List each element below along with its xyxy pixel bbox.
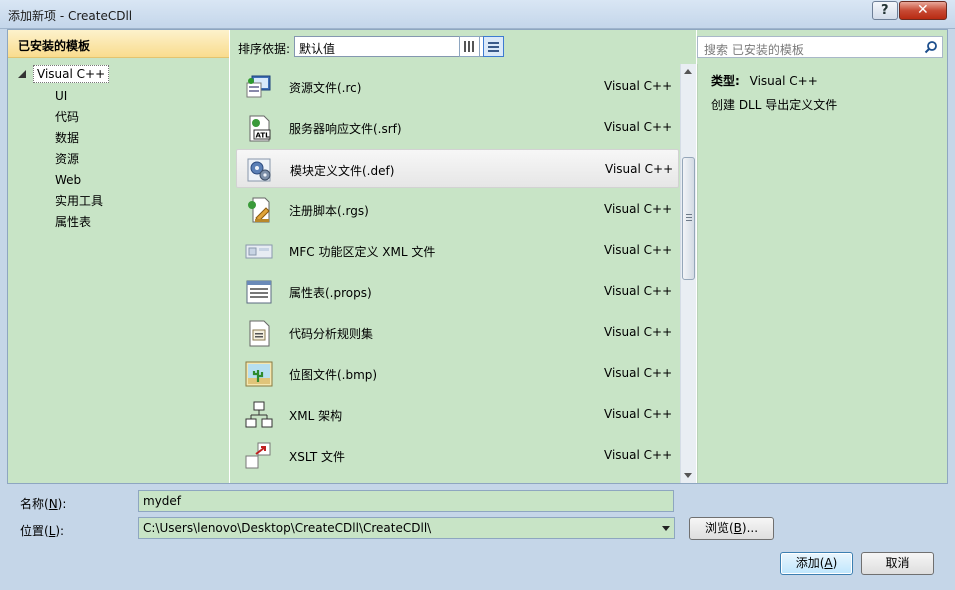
template-language: Visual C++ (604, 366, 673, 380)
search-bar: 搜索 已安装的模板 (697, 30, 947, 64)
template-tree-panel: 已安装的模板 Visual C++ UI 代码 数据 资源 Web 实用工具 属性表 (8, 30, 229, 483)
template-name: 注册脚本(.rgs) (289, 204, 369, 218)
template-row[interactable]: XSLT 文件 Visual C++ (236, 436, 679, 475)
template-name: 代码分析规则集 (289, 327, 374, 341)
template-language: Visual C++ (604, 325, 673, 339)
script-icon (244, 196, 274, 224)
add-button[interactable]: 添加(A) (780, 552, 853, 575)
template-name: 属性表(.props) (289, 286, 372, 300)
dialog-footer: 添加(A) 取消 (0, 544, 955, 590)
installed-templates-label: 已安装的模板 (18, 39, 91, 53)
tree-item[interactable]: 实用工具 (55, 191, 103, 212)
bitmap-icon (244, 360, 274, 388)
expand-arrow-icon[interactable] (18, 70, 27, 79)
template-name: XSLT 文件 (289, 450, 346, 464)
details-view-button[interactable] (483, 36, 504, 57)
tree-item[interactable]: UI (55, 86, 103, 107)
template-name: 资源文件(.rc) (289, 81, 362, 95)
sort-value: 默认值 (299, 42, 336, 56)
resource-file-icon (244, 73, 274, 101)
template-row[interactable]: 资源文件(.rc) Visual C++ (236, 67, 679, 106)
template-row[interactable]: XML 架构 Visual C++ (236, 395, 679, 434)
xml-schema-icon (244, 401, 274, 429)
name-field[interactable] (138, 490, 674, 512)
template-row[interactable]: MFC 功能区定义 XML 文件 Visual C++ (236, 231, 679, 270)
small-icons-view-button[interactable] (459, 36, 480, 57)
tree-item[interactable]: 资源 (55, 149, 103, 170)
ruleset-icon (244, 319, 274, 347)
template-language: Visual C++ (605, 162, 674, 176)
property-sheet-icon (244, 278, 274, 306)
sort-dropdown[interactable]: 默认值 (294, 36, 484, 57)
template-description: 创建 DLL 导出定义文件 (711, 98, 838, 112)
template-list-scrollbar[interactable] (680, 64, 696, 483)
template-row[interactable]: 位图文件(.bmp) Visual C++ (236, 354, 679, 393)
xslt-icon (244, 442, 274, 470)
atl-file-icon: ATL (244, 114, 274, 142)
chevron-down-icon[interactable] (662, 526, 670, 531)
template-language: Visual C++ (604, 407, 673, 421)
help-button[interactable]: ? (872, 1, 898, 20)
scroll-up-arrow-icon[interactable] (684, 69, 692, 74)
template-language: Visual C++ (604, 448, 673, 462)
sort-toolbar: 排序依据: 默认值 (230, 30, 696, 64)
template-language: Visual C++ (604, 284, 673, 298)
search-placeholder: 搜索 已安装的模板 (704, 43, 804, 57)
template-row[interactable]: 注册脚本(.rgs) Visual C++ (236, 190, 679, 229)
location-combobox[interactable]: C:\Users\lenovo\Desktop\CreateCDll\Creat… (138, 517, 675, 539)
search-input[interactable]: 搜索 已安装的模板 (697, 36, 943, 58)
tree-item[interactable]: Web (55, 170, 103, 191)
gears-icon (245, 156, 275, 184)
tree-item[interactable]: 代码 (55, 107, 103, 128)
close-button[interactable]: ✕ (899, 1, 947, 20)
installed-templates-header[interactable]: 已安装的模板 (8, 30, 229, 58)
scroll-down-arrow-icon[interactable] (684, 473, 692, 478)
template-row[interactable]: 代码分析规则集 Visual C++ (236, 313, 679, 352)
tree-item[interactable]: 数据 (55, 128, 103, 149)
help-icon: ? (881, 3, 889, 18)
grip-icon (686, 214, 692, 221)
tree-node-label: Visual C++ (33, 65, 110, 83)
scroll-thumb[interactable] (682, 157, 695, 280)
tree-children: UI 代码 数据 资源 Web 实用工具 属性表 (55, 86, 103, 233)
cancel-button[interactable]: 取消 (861, 552, 934, 575)
details-list-icon (488, 41, 499, 52)
template-row[interactable]: ATL 服务器响应文件(.srf) Visual C++ (236, 108, 679, 147)
template-list: 资源文件(.rc) Visual C++ ATL 服务器响应文件(.srf) Visua… (230, 64, 696, 483)
template-row[interactable]: 属性表(.props) Visual C++ (236, 272, 679, 311)
browse-button[interactable]: 浏览(B)... (689, 517, 774, 540)
template-name: 模块定义文件(.def) (290, 164, 395, 178)
name-label: 名称(N): (20, 497, 67, 511)
type-line: 类型: Visual C++ (711, 72, 818, 89)
tree-item[interactable]: 属性表 (55, 212, 103, 233)
small-icons-icon (464, 41, 475, 52)
template-name: 位图文件(.bmp) (289, 368, 378, 382)
template-name: XML 架构 (289, 409, 343, 423)
location-value: C:\Users\lenovo\Desktop\CreateCDll\Creat… (143, 521, 432, 535)
template-language: Visual C++ (604, 120, 673, 134)
template-language: Visual C++ (604, 243, 673, 257)
close-icon: ✕ (917, 2, 929, 18)
search-icon[interactable] (924, 40, 938, 54)
svg-text:ATL: ATL (256, 132, 271, 140)
title-bar: 添加新项 - CreateCDll ? ✕ (0, 0, 955, 29)
type-label: 类型: (711, 74, 740, 88)
template-name: 服务器响应文件(.srf) (289, 122, 402, 136)
template-row[interactable]: 模块定义文件(.def) Visual C++ (236, 149, 679, 188)
ribbon-icon (244, 237, 274, 265)
sort-label: 排序依据: (238, 42, 291, 56)
template-language: Visual C++ (604, 202, 673, 216)
location-label: 位置(L): (20, 524, 65, 538)
template-language: Visual C++ (604, 79, 673, 93)
template-name: MFC 功能区定义 XML 文件 (289, 245, 436, 259)
window-title: 添加新项 - CreateCDll (8, 9, 133, 23)
item-form: 名称(N): 位置(L): C:\Users\lenovo\Desktop\Cr… (8, 484, 948, 544)
type-value: Visual C++ (749, 74, 818, 88)
template-details-panel: 类型: Visual C++ 创建 DLL 导出定义文件 (697, 64, 947, 483)
